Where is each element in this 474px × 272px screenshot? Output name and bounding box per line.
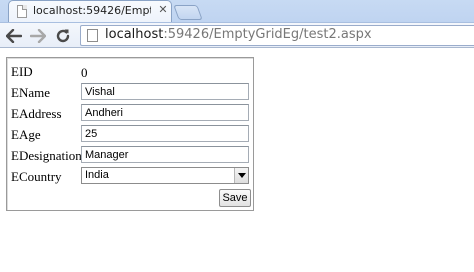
- page-content: EID 0 EName Vishal EAddress Andheri EAge…: [0, 48, 474, 272]
- url-text: localhost:59426/EmptyGridEg/test2.aspx: [105, 27, 372, 42]
- eaddress-label: EAddress: [11, 106, 62, 121]
- ecountry-selected-value: India: [85, 169, 109, 181]
- eid-label: EID: [11, 64, 33, 79]
- url-path: :59426/EmptyGridEg/test2.aspx: [163, 27, 372, 42]
- ename-label: EName: [11, 85, 50, 100]
- url-host: localhost: [105, 27, 164, 42]
- edesignation-label: EDesignation: [11, 148, 82, 163]
- page-icon: [87, 29, 98, 42]
- forward-arrow-icon[interactable]: [28, 26, 48, 46]
- save-button[interactable]: Save: [219, 189, 251, 207]
- ecountry-label: ECountry: [11, 169, 62, 184]
- page-icon: [17, 5, 27, 18]
- browser-toolbar: localhost:59426/EmptyGridEg/test2.aspx: [0, 22, 474, 48]
- ecountry-select[interactable]: India: [81, 167, 249, 184]
- edesignation-input[interactable]: Manager: [81, 146, 249, 163]
- eage-label: EAge: [11, 127, 41, 142]
- dropdown-arrow-icon[interactable]: [234, 168, 248, 183]
- eaddress-input[interactable]: Andheri: [81, 104, 249, 121]
- browser-chrome: localhost:59426/EmptyGri ✕ localhost:594…: [0, 0, 474, 48]
- address-bar[interactable]: localhost:59426/EmptyGridEg/test2.aspx: [80, 25, 474, 46]
- new-tab-icon[interactable]: [173, 5, 203, 20]
- back-arrow-icon[interactable]: [4, 26, 24, 46]
- browser-tab[interactable]: localhost:59426/EmptyGri ✕: [8, 0, 172, 22]
- eage-input[interactable]: 25: [81, 125, 249, 142]
- close-icon[interactable]: ✕: [157, 3, 169, 17]
- eid-value: 0: [81, 65, 88, 80]
- ename-input[interactable]: Vishal: [81, 83, 249, 100]
- window-controls: [410, 0, 474, 18]
- tab-strip: localhost:59426/EmptyGri ✕: [0, 0, 474, 22]
- tab-title: localhost:59426/EmptyGri: [33, 4, 151, 17]
- employee-form: EID 0 EName Vishal EAddress Andheri EAge…: [6, 57, 254, 211]
- reload-icon[interactable]: [53, 26, 73, 46]
